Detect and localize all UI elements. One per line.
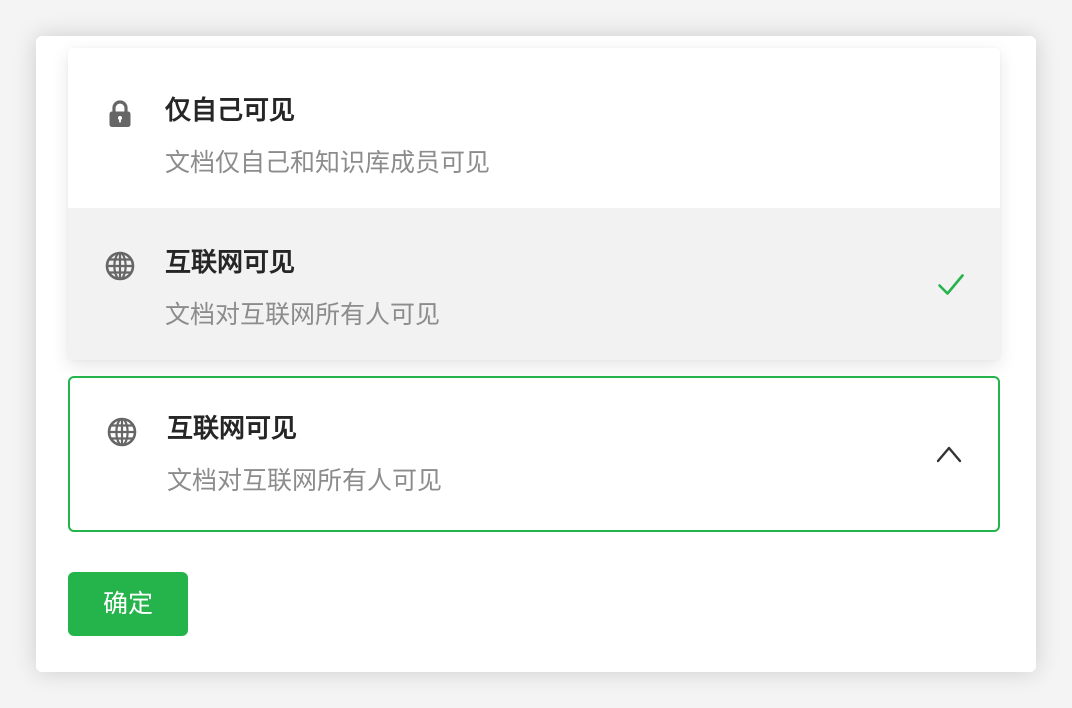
dropdown-option-internet[interactable]: 互联网可见 文档对互联网所有人可见 <box>68 208 1000 360</box>
globe-icon <box>105 251 135 281</box>
select-description: 文档对互联网所有人可见 <box>167 466 443 495</box>
lock-icon <box>109 100 131 127</box>
page: 仅自己可见 文档仅自己和知识库成员可见 互联网可见 文档对互联网所有人可见 互联… <box>0 0 1072 708</box>
visibility-dropdown-menu: 仅自己可见 文档仅自己和知识库成员可见 互联网可见 文档对互联网所有人可见 <box>68 48 1000 360</box>
confirm-button[interactable]: 确定 <box>68 572 188 636</box>
visibility-settings-panel: 仅自己可见 文档仅自己和知识库成员可见 互联网可见 文档对互联网所有人可见 互联… <box>36 36 1036 672</box>
chevron-up-icon[interactable] <box>934 442 964 466</box>
check-icon <box>938 274 964 295</box>
option-title: 仅自己可见 <box>165 96 296 126</box>
globe-icon <box>107 417 137 447</box>
visibility-select[interactable]: 互联网可见 文档对互联网所有人可见 <box>68 376 1000 532</box>
dropdown-option-private[interactable]: 仅自己可见 文档仅自己和知识库成员可见 <box>68 56 1000 208</box>
option-description: 文档仅自己和知识库成员可见 <box>165 148 491 177</box>
select-title: 互联网可见 <box>167 414 298 444</box>
option-description: 文档对互联网所有人可见 <box>165 300 441 329</box>
option-title: 互联网可见 <box>165 248 296 278</box>
